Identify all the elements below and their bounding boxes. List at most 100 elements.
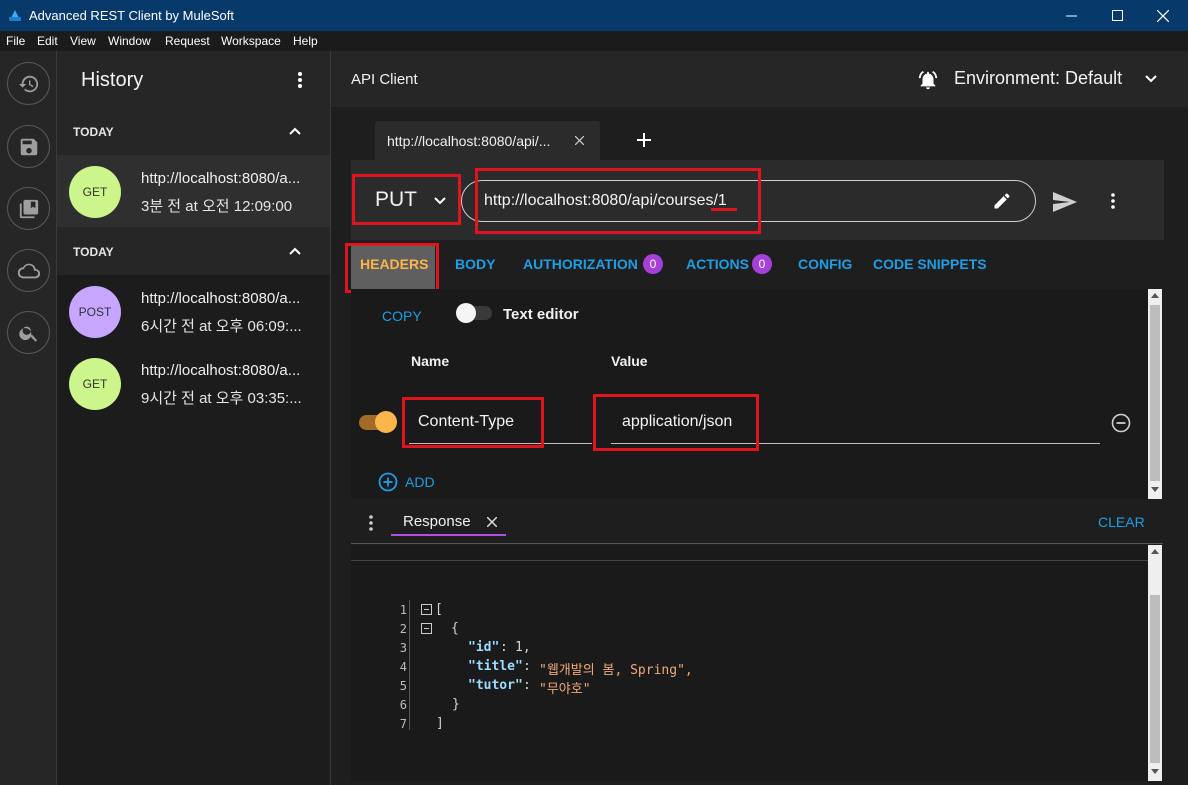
code-gutter-line [409,600,410,730]
json-value: 1, [515,640,531,655]
more-vert-icon[interactable] [297,71,303,89]
headers-scrollbar[interactable] [1148,289,1162,499]
search-icon [18,326,37,342]
window-title: Advanced REST Client by MuleSoft [29,8,234,23]
clear-button[interactable]: CLEAR [1098,514,1145,530]
fold-collapse-icon[interactable] [421,604,432,615]
line-number: 4 [399,660,407,674]
menu-file[interactable]: File [6,34,25,48]
response-body: 1 2 3 4 5 6 7 [ { "id" : 1, "title" : "웹… [351,545,1163,781]
chevron-up-icon[interactable] [289,247,301,255]
library-icon [19,199,38,218]
menu-view[interactable]: View [70,34,96,48]
request-tab[interactable]: http://localhost:8080/api/... [375,121,600,161]
scrollbar-thumb[interactable] [1150,595,1160,763]
drag-handle-icon[interactable] [369,515,373,531]
history-nav-button[interactable] [7,62,50,105]
add-header-button[interactable]: ADD [405,474,435,490]
history-item-url: http://localhost:8080/a... [141,290,301,307]
menu-request[interactable]: Request [165,34,210,48]
method-badge: GET [69,166,121,218]
maximize-button[interactable] [1094,0,1140,31]
header-value-highlight [593,394,759,451]
remove-circle-icon[interactable] [1111,413,1131,433]
close-response-icon[interactable] [487,517,497,527]
tab-code-snippets[interactable]: CODE SNIPPETS [873,256,987,272]
history-item[interactable]: POST http://localhost:8080/a... 6시간 전 at… [57,275,330,347]
menu-workspace[interactable]: Workspace [221,34,281,48]
scrollbar-thumb[interactable] [1150,305,1160,481]
url-highlight [475,168,761,234]
code-brace: } [452,697,460,712]
menu-edit[interactable]: Edit [37,34,58,48]
add-tab-icon[interactable] [637,133,651,147]
method-badge: GET [69,358,121,410]
tab-authorization[interactable]: AUTHORIZATION [523,256,638,272]
history-section-header[interactable]: TODAY [57,227,330,275]
history-panel: History TODAY GET http://localhost:8080/… [57,51,331,785]
edit-pencil-icon[interactable] [992,191,1012,211]
history-item[interactable]: GET http://localhost:8080/a... 3분 전 at 오… [57,155,330,227]
close-button[interactable] [1140,0,1186,31]
history-section-header[interactable]: TODAY [57,107,330,155]
value-column-label: Value [611,353,648,369]
send-icon[interactable] [1053,192,1077,212]
main-panel: API Client Environment: Default http://l… [331,51,1188,785]
tab-body[interactable]: BODY [455,256,495,272]
history-item[interactable]: GET http://localhost:8080/a... 9시간 전 at … [57,347,330,419]
tab-label: http://localhost:8080/api/... [387,133,551,149]
scroll-up-arrow-icon[interactable] [1151,549,1159,555]
response-scrollbar[interactable] [1148,545,1162,781]
chevron-up-icon[interactable] [289,127,301,135]
saved-nav-button[interactable] [7,125,50,168]
chevron-down-icon[interactable] [1145,75,1157,83]
section-label: TODAY [73,125,114,139]
text-editor-label: Text editor [503,306,579,323]
history-item-time: 6시간 전 at 오후 06:09:... [141,318,302,335]
environment-selector[interactable]: Environment: Default [954,68,1122,89]
more-vert-icon[interactable] [1110,193,1116,209]
minimize-button[interactable] [1048,0,1094,31]
menu-bar: File Edit View Window Request Workspace … [0,31,1188,51]
exchange-nav-button[interactable] [7,249,50,292]
copy-button[interactable]: COPY [382,308,422,324]
minimize-icon [1065,15,1077,17]
projects-nav-button[interactable] [7,187,50,230]
response-tab[interactable]: Response [403,513,471,530]
authorization-count-badge: 0 [643,254,663,274]
title-bar: Advanced REST Client by MuleSoft [0,0,1188,31]
json-key: "id" [468,640,500,655]
scroll-down-arrow-icon[interactable] [1151,769,1159,775]
code-brace: { [451,621,459,636]
response-divider [351,560,1148,561]
section-label: TODAY [73,245,114,259]
menu-window[interactable]: Window [108,34,151,48]
headers-editor: COPY Text editor Name Value Content-Type… [351,289,1163,499]
history-icon [18,75,38,92]
scroll-down-arrow-icon[interactable] [1151,487,1159,493]
history-item-time: 9시간 전 at 오후 03:35:... [141,390,302,407]
history-item-url: http://localhost:8080/a... [141,170,301,187]
app-header: API Client Environment: Default [331,51,1188,107]
json-colon: : [523,678,531,693]
close-tab-icon[interactable] [575,136,584,145]
fold-collapse-icon[interactable] [421,623,432,634]
add-circle-icon[interactable] [378,472,398,492]
json-value: "무야호" [539,682,591,697]
json-value: "웹개발의 봄, Spring", [539,663,693,678]
history-item-url: http://localhost:8080/a... [141,362,301,379]
tab-actions[interactable]: ACTIONS [686,256,749,272]
scroll-up-arrow-icon[interactable] [1151,293,1159,299]
search-nav-button[interactable] [7,311,50,354]
method-highlight [352,174,461,225]
line-number: 2 [399,622,407,636]
method-badge: POST [69,286,121,338]
save-icon [20,138,37,155]
navigation-rail [0,51,57,785]
tab-headers[interactable]: HEADERS [360,256,428,272]
app-title: API Client [351,71,418,88]
alarm-bell-icon[interactable] [917,69,939,91]
line-number: 6 [399,698,407,712]
menu-help[interactable]: Help [293,34,318,48]
tab-config[interactable]: CONFIG [798,256,852,272]
